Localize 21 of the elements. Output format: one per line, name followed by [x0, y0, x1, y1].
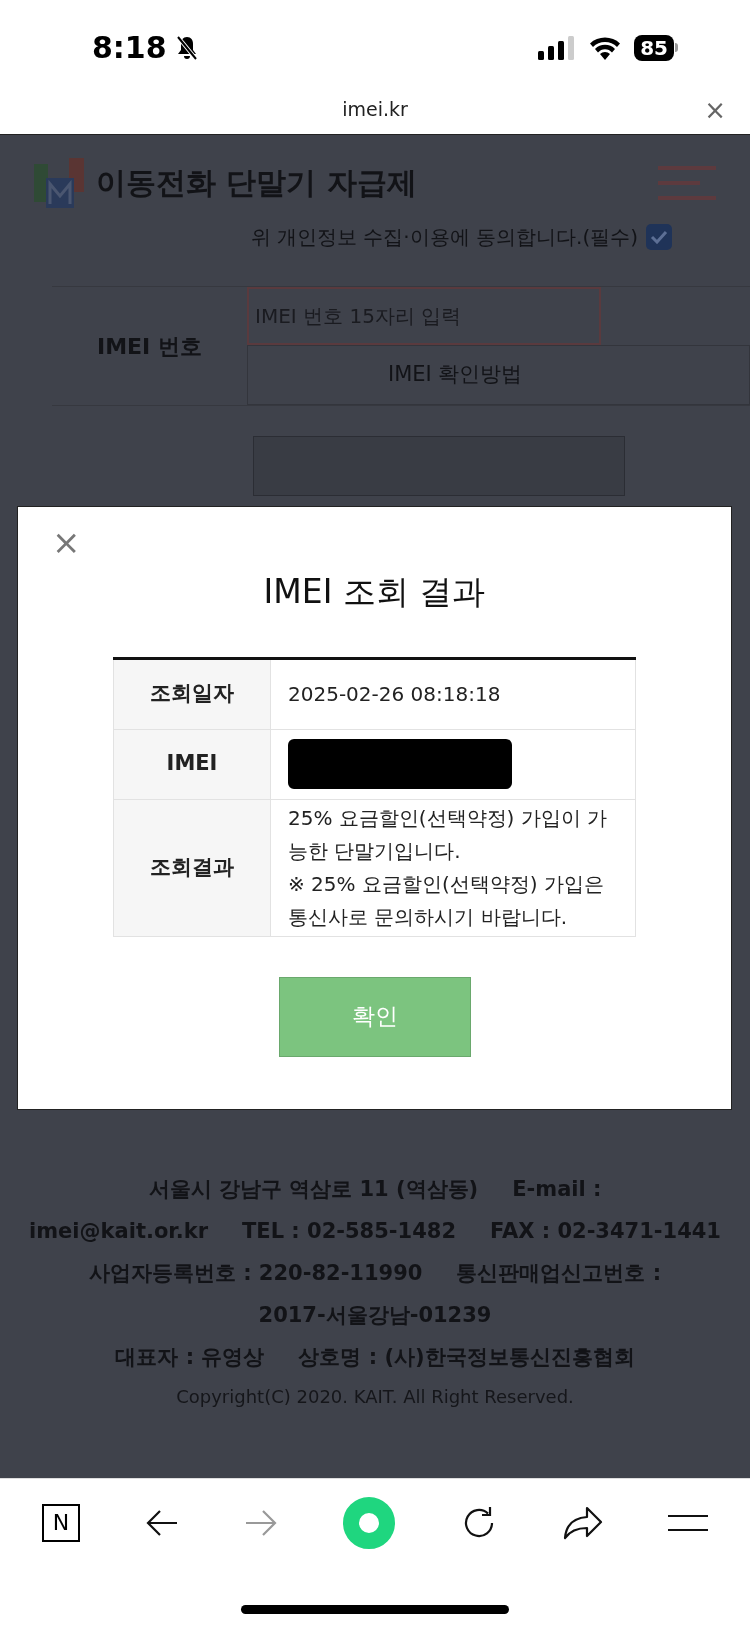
url-text: imei.kr	[342, 97, 408, 123]
table-cell-text: 2025-02-26 08:18:18	[288, 680, 501, 708]
bell-slash-icon	[174, 34, 199, 61]
home-button[interactable]: N	[42, 1503, 80, 1542]
check-icon	[650, 230, 668, 244]
share-icon[interactable]	[563, 1505, 603, 1540]
menu-icon[interactable]	[668, 1513, 708, 1532]
consent-checkbox[interactable]	[646, 224, 672, 250]
wifi-icon	[588, 35, 623, 60]
clock-time: 8:18	[92, 29, 167, 67]
close-button[interactable]: ×	[52, 525, 81, 559]
table-header-cell: IMEI	[114, 729, 271, 799]
back-icon[interactable]	[145, 1507, 179, 1538]
logo-icon	[34, 157, 84, 208]
dialog-title: IMEI 조회 결과	[263, 571, 486, 613]
signal-icon	[538, 35, 577, 60]
table-header-cell: 조회결과	[114, 799, 271, 936]
close-button[interactable]: ×	[704, 96, 726, 123]
table-cell-text: 25% 요금할인(선택약정) 가입이 가능한 단말기입니다. ※ 25% 요금할인(선택약정) 가입은 통신사로 문의하시기 바랍니다.	[288, 804, 609, 931]
table-header-cell: 조회일자	[114, 659, 271, 729]
battery-indicator: 85	[634, 34, 678, 61]
